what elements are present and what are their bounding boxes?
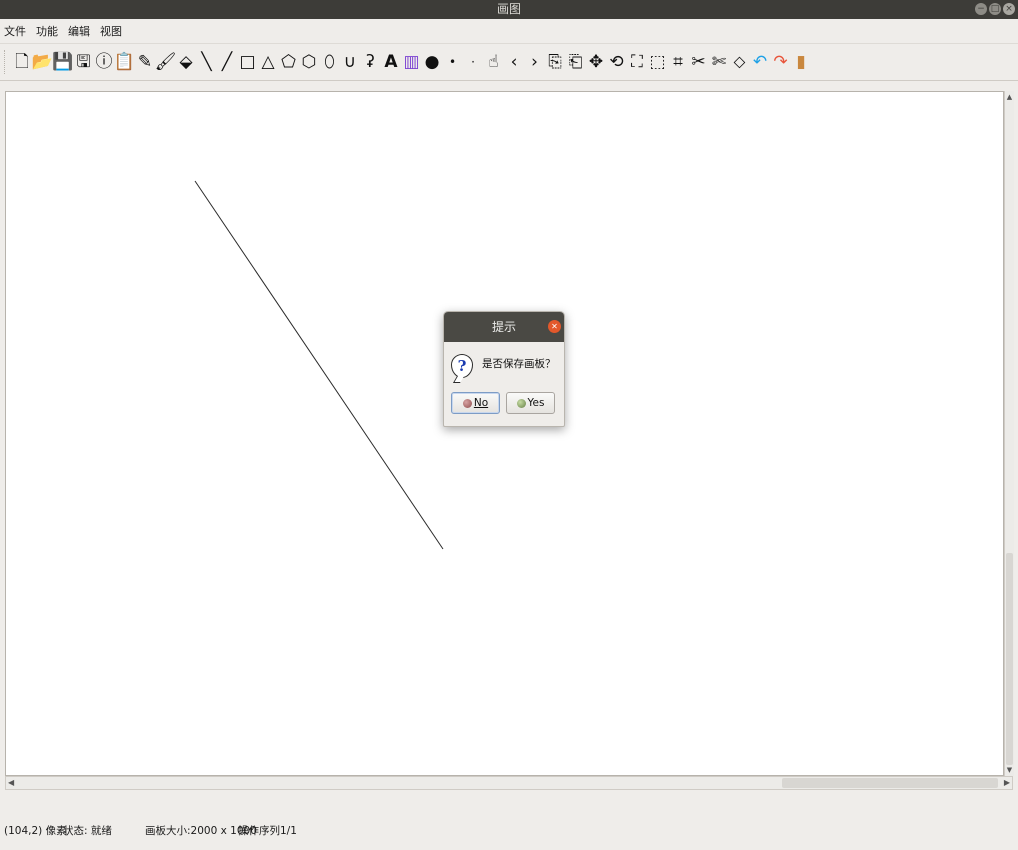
no-status-icon bbox=[462, 398, 472, 408]
no-button[interactable]: No bbox=[451, 392, 500, 414]
brush-icon[interactable]: 🖌 bbox=[155, 50, 177, 74]
rotate-icon[interactable]: ⟲ bbox=[608, 50, 626, 74]
clear-canvas-icon[interactable]: ▮ bbox=[792, 50, 810, 74]
move-icon[interactable]: ✥ bbox=[587, 50, 605, 74]
brush-size-medium-icon[interactable]: • bbox=[444, 50, 462, 74]
scroll-down-icon[interactable]: ▼ bbox=[1005, 766, 1014, 774]
curve-icon[interactable]: ∪ bbox=[341, 50, 359, 74]
dialog-message: 是否保存画板？ bbox=[482, 358, 556, 370]
vertical-scrollbar[interactable]: ▲ ▼ bbox=[1004, 91, 1014, 776]
horizontal-scroll-thumb[interactable] bbox=[782, 778, 998, 788]
question-icon: ? bbox=[451, 354, 473, 378]
status-coordinates: (104,2) 像素 bbox=[4, 825, 67, 837]
fullscreen-icon[interactable]: ⛶ bbox=[628, 50, 646, 74]
status-bar: (104,2) 像素 状态: 就绪 画板大小:2000 x 1000 操作序列1… bbox=[0, 818, 1018, 842]
menu-view[interactable]: 视图 bbox=[100, 23, 122, 39]
no-button-label: No bbox=[473, 397, 489, 409]
scroll-up-icon[interactable]: ▲ bbox=[1005, 93, 1014, 101]
scroll-right-icon[interactable]: ▶ bbox=[1004, 777, 1010, 789]
dialog-header: 提示 ✕ bbox=[444, 312, 564, 342]
previous-icon[interactable]: ‹ bbox=[505, 50, 523, 74]
redo-icon[interactable]: ↷ bbox=[772, 50, 790, 74]
freeform-icon[interactable]: ʡ bbox=[362, 50, 380, 74]
window-title: 画图 bbox=[496, 2, 521, 16]
close-window-icon[interactable]: × bbox=[1003, 3, 1015, 15]
minimize-icon[interactable]: − bbox=[975, 3, 987, 15]
toolbar-grip[interactable] bbox=[4, 50, 8, 74]
text-icon[interactable]: A bbox=[382, 50, 400, 74]
polygon-icon[interactable]: ⬡ bbox=[300, 50, 318, 74]
rectangle-icon[interactable]: □ bbox=[239, 50, 257, 74]
next-icon[interactable]: › bbox=[526, 50, 544, 74]
triangle-icon[interactable]: △ bbox=[259, 50, 277, 74]
open-folder-icon[interactable]: 📂 bbox=[32, 50, 53, 74]
menu-function[interactable]: 功能 bbox=[36, 23, 58, 39]
ellipse-icon[interactable]: ⬯ bbox=[321, 50, 339, 74]
fill-bucket-icon[interactable]: ⬦ bbox=[731, 50, 749, 74]
menu-edit[interactable]: 编辑 bbox=[68, 23, 90, 39]
status-operation-sequence: 操作序列1/1 bbox=[238, 825, 297, 837]
cut-icon[interactable]: ✂ bbox=[690, 50, 708, 74]
pencil-icon[interactable]: ✎ bbox=[136, 50, 154, 74]
color-picker-icon[interactable]: ▥ bbox=[403, 50, 421, 74]
brush-size-large-icon[interactable]: ● bbox=[423, 50, 441, 74]
window-controls: − □ × bbox=[975, 3, 1015, 15]
save-prompt-dialog: 提示 ✕ ? 是否保存画板？ No Yes bbox=[443, 311, 565, 427]
info-icon[interactable]: ⓘ bbox=[95, 50, 113, 74]
eraser-icon[interactable]: ⬙ bbox=[177, 50, 195, 74]
toolbar: 🗋 📂 💾 🖫 ⓘ 📋 ✎ 🖌 ⬙ ╲ ╱ □ △ ⬠ ⬡ ⬯ ∪ ʡ A ▥ ● • · ☝ ‹ › ⎘ ⎗ ✥ ⟲ ⛶ ⬚ ⌗ ✂ ✄ ⬦ ↶ ↷ ▮ bbox=[0, 43, 1018, 81]
save-as-icon[interactable]: 🖫 bbox=[75, 50, 93, 74]
yes-status-icon bbox=[516, 398, 526, 408]
pentagon-icon[interactable]: ⬠ bbox=[280, 50, 298, 74]
status-state: 状态: 就绪 bbox=[63, 825, 112, 837]
select-cut-icon[interactable]: ⬚ bbox=[649, 50, 667, 74]
drawn-line bbox=[194, 180, 444, 550]
maximize-icon[interactable]: □ bbox=[989, 3, 1001, 15]
dialog-title: 提示 bbox=[491, 320, 516, 334]
clipboard-icon[interactable]: 📋 bbox=[114, 50, 135, 74]
paste-icon[interactable]: ⎗ bbox=[567, 50, 585, 74]
line-icon[interactable]: ╱ bbox=[218, 50, 236, 74]
copy-icon[interactable]: ⎘ bbox=[546, 50, 564, 74]
save-icon[interactable]: 💾 bbox=[52, 50, 73, 74]
canvas-drawing bbox=[194, 180, 444, 550]
menu-bar: 文件 功能 编辑 视图 bbox=[0, 19, 1018, 43]
pointer-icon[interactable]: ☝ bbox=[485, 50, 503, 74]
brush-size-small-icon[interactable]: · bbox=[464, 50, 482, 74]
yes-button-label: Yes bbox=[527, 397, 545, 409]
scroll-left-icon[interactable]: ◀ bbox=[8, 777, 14, 789]
backslash-line-icon[interactable]: ╲ bbox=[198, 50, 216, 74]
title-bar: 画图 − □ × bbox=[0, 0, 1018, 19]
cut-alt-icon[interactable]: ✄ bbox=[710, 50, 728, 74]
crop-icon[interactable]: ⌗ bbox=[669, 50, 687, 74]
new-file-icon[interactable]: 🗋 bbox=[13, 50, 31, 74]
drawing-canvas[interactable] bbox=[5, 91, 1004, 776]
dialog-close-icon[interactable]: ✕ bbox=[548, 320, 561, 333]
vertical-scroll-thumb[interactable] bbox=[1006, 553, 1013, 765]
menu-file[interactable]: 文件 bbox=[4, 23, 26, 39]
undo-icon[interactable]: ↶ bbox=[751, 50, 769, 74]
yes-button[interactable]: Yes bbox=[506, 392, 555, 414]
horizontal-scrollbar[interactable]: ◀ ▶ bbox=[5, 776, 1013, 790]
